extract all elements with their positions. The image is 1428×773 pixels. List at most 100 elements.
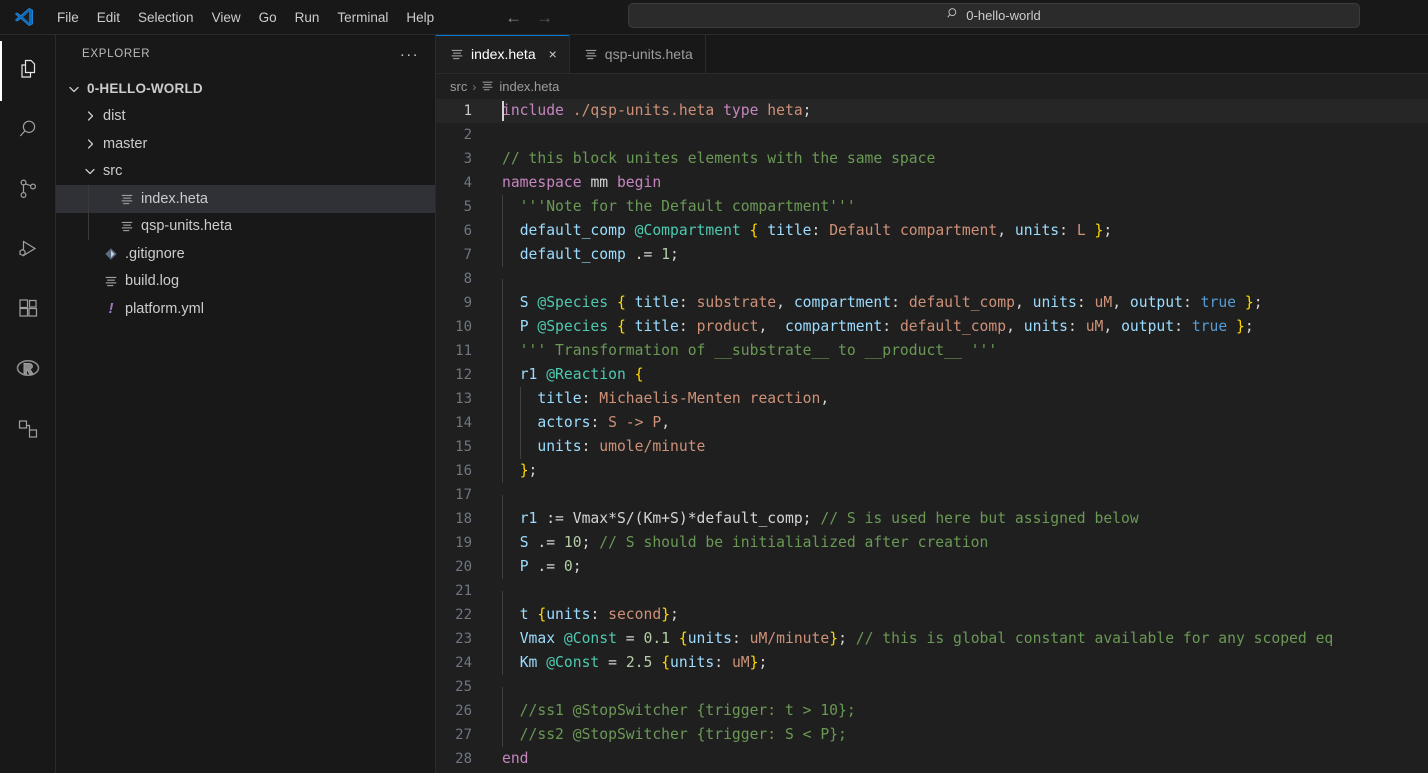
chevron-right-icon[interactable]	[80, 137, 100, 151]
activity-item-search[interactable]	[0, 101, 56, 161]
code-line-content[interactable]: default_comp .= 1;	[494, 243, 679, 267]
code-line[interactable]: 18 r1 := Vmax*S/(Km+S)*default_comp; // …	[436, 507, 1428, 531]
code-line-content[interactable]: title: Michaelis-Menten reaction,	[494, 387, 829, 411]
code-line[interactable]: 12 r1 @Reaction {	[436, 363, 1428, 387]
code-line[interactable]: 20 P .= 0;	[436, 555, 1428, 579]
code-line-content[interactable]: r1 := Vmax*S/(Km+S)*default_comp; // S i…	[494, 507, 1139, 531]
menu-terminal[interactable]: Terminal	[328, 7, 397, 28]
code-line-content[interactable]: '''Note for the Default compartment'''	[494, 195, 856, 219]
code-line-content[interactable]: };	[494, 459, 537, 483]
tree-item-qsp-units-heta[interactable]: qsp-units.heta	[56, 212, 435, 240]
menu-edit[interactable]: Edit	[88, 7, 129, 28]
code-token: // this block unites elements with the s…	[502, 150, 936, 167]
code-token: ;	[581, 534, 600, 551]
tree-item--gitignore[interactable]: .gitignore	[56, 240, 435, 268]
tree-item-index-heta[interactable]: index.heta	[56, 185, 435, 213]
code-line[interactable]: 10 P @Species { title: product, compartm…	[436, 315, 1428, 339]
tree-item-platform-yml[interactable]: ! platform.yml	[56, 295, 435, 323]
more-actions-icon[interactable]: ···	[400, 47, 419, 62]
menu-view[interactable]: View	[203, 7, 250, 28]
code-line-content[interactable]: end	[494, 747, 529, 771]
code-line-content[interactable]: t {units: second};	[494, 603, 679, 627]
code-line[interactable]: 7 default_comp .= 1;	[436, 243, 1428, 267]
code-line-content[interactable]: default_comp @Compartment { title: Defau…	[494, 219, 1112, 243]
activity-item-testing[interactable]	[0, 401, 56, 461]
file-tree[interactable]: 0-HELLO-WORLD dist master src index.heta qsp-…	[56, 73, 435, 323]
code-line[interactable]: 22 t {units: second};	[436, 603, 1428, 627]
code-line[interactable]: 6 default_comp @Compartment { title: Def…	[436, 219, 1428, 243]
menu-bar[interactable]: File Edit Selection View Go Run Terminal…	[48, 7, 443, 28]
activity-item-source-control[interactable]	[0, 161, 56, 221]
code-line-content[interactable]: P .= 0;	[494, 555, 582, 579]
editor-tab-qsp-units-heta[interactable]: qsp-units.heta	[569, 35, 706, 73]
tree-item-dist[interactable]: dist	[56, 103, 435, 131]
tree-item-0-hello-world[interactable]: 0-HELLO-WORLD	[56, 75, 435, 103]
code-line[interactable]: 26 //ss1 @StopSwitcher {trigger: t > 10}…	[436, 699, 1428, 723]
chevron-down-icon[interactable]	[64, 82, 84, 96]
menu-go[interactable]: Go	[250, 7, 286, 28]
activity-item-r-workspace[interactable]	[0, 341, 56, 401]
editor-tab-index-heta[interactable]: index.heta ×	[436, 35, 570, 73]
activity-item-extensions[interactable]	[0, 281, 56, 341]
code-line[interactable]: 25	[436, 675, 1428, 711]
tree-item-src[interactable]: src	[56, 158, 435, 186]
tree-item-build-log[interactable]: build.log	[56, 268, 435, 296]
code-line-content[interactable]: S .= 10; // S should be initialialized a…	[494, 531, 988, 555]
breadcrumb-file[interactable]: index.heta	[481, 79, 559, 95]
menu-help[interactable]: Help	[397, 7, 443, 28]
code-line[interactable]: 4 namespace mm begin	[436, 171, 1428, 195]
code-line[interactable]: 19 S .= 10; // S should be initialialize…	[436, 531, 1428, 555]
code-line[interactable]: 23 Vmax @Const = 0.1 {units: uM/minute};…	[436, 627, 1428, 651]
code-line-content[interactable]: r1 @Reaction {	[494, 363, 644, 387]
menu-selection[interactable]: Selection	[129, 7, 203, 28]
code-line[interactable]: 2	[436, 123, 1428, 147]
code-line[interactable]: 17	[436, 483, 1428, 519]
chevron-right-icon[interactable]	[80, 109, 100, 123]
breadcrumb-folder[interactable]: src	[450, 79, 467, 94]
code-line[interactable]: 15 units: umole/minute	[436, 435, 1428, 459]
arrow-right-icon[interactable]: →	[536, 9, 553, 26]
code-line[interactable]: 16 };	[436, 459, 1428, 483]
code-line[interactable]: 28 end	[436, 747, 1428, 771]
code-line[interactable]: 8	[436, 267, 1428, 303]
activity-item-explorer[interactable]	[0, 41, 56, 101]
code-content[interactable]: 1 include ./qsp-units.heta type heta; 2 3//…	[436, 99, 1428, 771]
code-line-content[interactable]: namespace mm begin	[494, 171, 661, 195]
code-line[interactable]: 9 S @Species { title: substrate, compart…	[436, 291, 1428, 315]
quick-input-search-box[interactable]: 0-hello-world	[628, 3, 1360, 28]
breadcrumb[interactable]: src › index.heta	[436, 74, 1428, 99]
code-line-content[interactable]: //ss1 @StopSwitcher {trigger: t > 10};	[494, 699, 856, 723]
code-line[interactable]: 24 Km @Const = 2.5 {units: uM};	[436, 651, 1428, 675]
code-line[interactable]: 11 ''' Transformation of __substrate__ t…	[436, 339, 1428, 363]
tree-item-master[interactable]: master	[56, 130, 435, 158]
code-line[interactable]: 13 title: Michaelis-Menten reaction,	[436, 387, 1428, 411]
chevron-down-icon[interactable]	[80, 164, 100, 178]
code-line-content[interactable]: ''' Transformation of __substrate__ to _…	[494, 339, 997, 363]
code-line-content[interactable]: Vmax @Const = 0.1 {units: uM/minute}; //…	[494, 627, 1333, 651]
code-line[interactable]: 1 include ./qsp-units.heta type heta;	[436, 99, 1428, 123]
code-line[interactable]: 3 // this block unites elements with the …	[436, 147, 1428, 171]
close-icon[interactable]: ×	[549, 47, 557, 61]
code-line-content[interactable]: actors: S -> P,	[494, 411, 670, 435]
code-token: uM/minute	[749, 630, 830, 647]
code-line[interactable]: 27 //ss2 @StopSwitcher {trigger: S < P};	[436, 723, 1428, 747]
activity-item-run-and-debug[interactable]	[0, 221, 56, 281]
code-line-content[interactable]: S @Species { title: substrate, compartme…	[494, 291, 1263, 315]
code-line-content[interactable]: units: umole/minute	[494, 435, 705, 459]
code-line[interactable]: 14 actors: S -> P,	[436, 411, 1428, 435]
code-line-content[interactable]: // this block unites elements with the s…	[494, 147, 935, 171]
code-line-content[interactable]: P @Species { title: product, compartment…	[494, 315, 1254, 339]
menu-run[interactable]: Run	[286, 7, 329, 28]
code-line-content[interactable]: //ss2 @StopSwitcher {trigger: S < P};	[494, 723, 847, 747]
code-token: 10	[563, 534, 582, 551]
code-line-content[interactable]: include ./qsp-units.heta type heta;	[494, 99, 812, 123]
code-line[interactable]: 21	[436, 579, 1428, 615]
code-editor[interactable]: 1 include ./qsp-units.heta type heta; 2 3//…	[436, 99, 1428, 773]
arrow-left-icon[interactable]: ←	[505, 9, 522, 26]
code-line-content[interactable]: Km @Const = 2.5 {units: uM};	[494, 651, 767, 675]
editor-tab-bar[interactable]: index.heta × qsp-units.heta	[436, 35, 1428, 74]
workbench: EXPLORER ··· 0-HELLO-WORLD dist master src i…	[0, 35, 1428, 773]
code-line[interactable]: 5 '''Note for the Default compartment'''	[436, 195, 1428, 219]
menu-file[interactable]: File	[48, 7, 88, 28]
